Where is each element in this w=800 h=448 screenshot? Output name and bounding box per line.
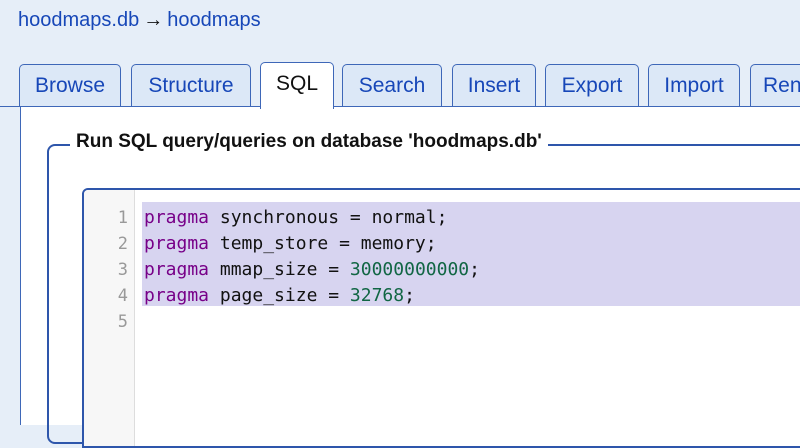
code-keyword: pragma [144,259,210,280]
tab-browse[interactable]: Browse [19,64,121,106]
tab-import[interactable]: Import [648,64,740,106]
code-line[interactable]: pragma mmap_size = 30000000000; [144,257,480,283]
code-text: synchronous = normal; [209,207,448,228]
code-terminator: ; [469,259,480,280]
code-text: temp_store = memory; [209,233,437,254]
code-keyword: pragma [144,233,210,254]
code-keyword: pragma [144,207,210,228]
line-number: 2 [117,234,128,254]
line-number: 3 [117,260,128,280]
code-number: 32768 [349,285,405,306]
sql-editor[interactable]: 1 2 3 4 5 pragma synchronous = normal; p… [82,188,800,448]
code-line[interactable]: pragma temp_store = memory; [144,231,437,257]
code-text: mmap_size = [209,259,350,280]
tab-bar: Browse Structure SQL Search Insert Expor… [0,0,800,110]
code-number: 30000000000 [349,259,470,280]
code-line[interactable]: pragma synchronous = normal; [144,205,447,231]
line-number: 5 [117,312,128,332]
line-number: 1 [117,208,128,228]
editor-gutter: 1 2 3 4 5 [84,190,135,446]
code-line[interactable]: pragma page_size = 32768; [144,283,415,309]
tab-baseline [0,106,800,107]
code-keyword: pragma [144,285,210,306]
tab-export[interactable]: Export [545,64,639,106]
tab-insert[interactable]: Insert [452,64,536,106]
tab-search[interactable]: Search [342,64,442,106]
query-fieldset-legend: Run SQL query/queries on database 'hoodm… [70,131,548,153]
tab-structure[interactable]: Structure [131,64,251,106]
tab-rename[interactable]: Rename [750,64,800,106]
code-terminator: ; [404,285,415,306]
tab-sql[interactable]: SQL [260,62,334,109]
code-text: page_size = [209,285,350,306]
line-number: 4 [117,286,128,306]
